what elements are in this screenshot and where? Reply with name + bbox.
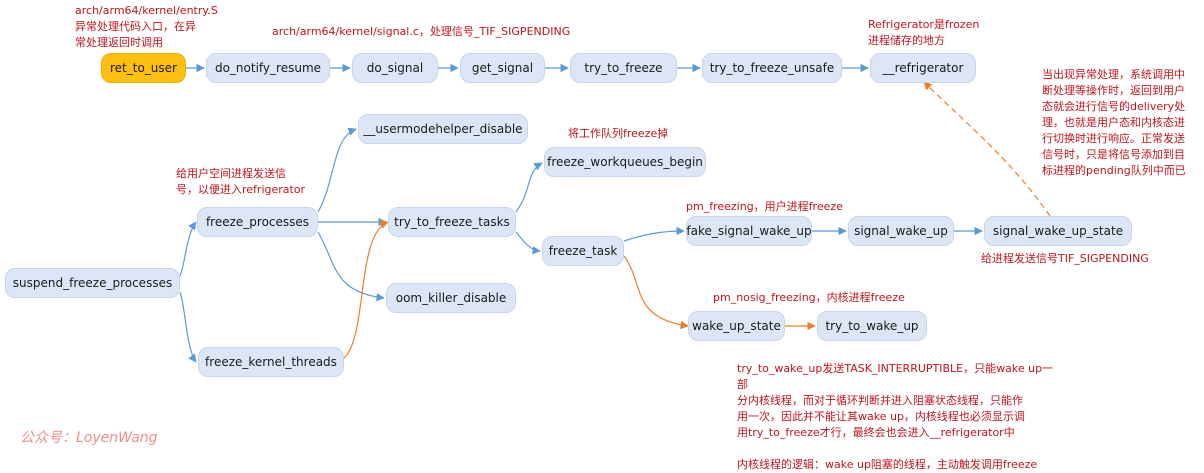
note-kernel-thread: try_to_wake_up发送TASK_INTERRUPTIBLE，只能wak… <box>737 362 1054 471</box>
edge-statewakeup-to-refrigerator <box>923 81 1051 217</box>
edge-freezeprocesses-to-usermodehelper <box>317 127 357 213</box>
edge-freezeprocesses-to-oomkiller <box>317 231 385 302</box>
node-get-signal[interactable]: get_signal <box>460 53 545 83</box>
note-refrigerator: Refrigerator是frozen 进程储存的地方 <box>868 18 980 47</box>
note-tif-sigpending: 给进程发送信号TIF_SIGPENDING <box>981 252 1149 265</box>
node-fake-signal-wake-up[interactable]: fake_signal_wake_up <box>686 216 812 246</box>
note-delivery: 当出现异常处理，系统调用中 断处理等操作时，返回到用户 态就会进行信号的deli… <box>1042 68 1186 177</box>
node-freeze-task[interactable]: freeze_task <box>542 236 624 266</box>
node-do-signal[interactable]: do_signal <box>352 53 438 83</box>
node-refrigerator[interactable]: __refrigerator <box>870 53 976 83</box>
edge-tasks-to-workqueues <box>515 162 543 213</box>
edge-tasks-to-freezetask <box>515 231 541 255</box>
node-try-to-freeze-tasks[interactable]: try_to_freeze_tasks <box>388 207 516 237</box>
node-ret-to-user[interactable]: ret_to_user <box>101 53 186 83</box>
edge-freezetask-to-wakeupstate <box>623 255 689 330</box>
node-freeze-workqueues-begin[interactable]: freeze_workqueues_begin <box>544 147 706 177</box>
node-signal-wake-up[interactable]: signal_wake_up <box>848 216 954 246</box>
node-try-to-wake-up[interactable]: try_to_wake_up <box>817 311 927 341</box>
note-user-signal: 给用户空间进程发送信 号，以便进入refrigerator <box>176 167 306 196</box>
edge-suspend-to-kernelthreads <box>179 291 197 363</box>
node-freeze-processes[interactable]: freeze_processes <box>197 207 318 237</box>
edge-freezetask-to-fakesignal <box>623 226 685 242</box>
node-freeze-kernel-threads[interactable]: freeze_kernel_threads <box>198 347 344 377</box>
note-pm-freezing: pm_freezing，用户进程freeze <box>686 200 843 213</box>
edge-suspend-to-freezeprocesses <box>179 221 197 277</box>
node-suspend-freeze-processes[interactable]: suspend_freeze_processes <box>5 268 180 298</box>
node-try-to-freeze[interactable]: try_to_freeze <box>570 53 677 83</box>
watermark: 公众号：LoyenWang <box>20 430 158 446</box>
note-pm-nosig: pm_nosig_freezing，内核进程freeze <box>713 291 905 304</box>
node-wake-up-state[interactable]: wake_up_state <box>688 311 785 341</box>
node-signal-wake-up-state[interactable]: signal_wake_up_state <box>984 216 1132 246</box>
note-workqueue: 将工作队列freeze掉 <box>568 127 669 140</box>
note-entry-s: arch/arm64/kernel/entry.S 异常处理代码入口，在异 常处… <box>75 4 218 49</box>
edge-kernelthreads-to-trytofreezetasks <box>343 220 389 359</box>
node-do-notify-resume[interactable]: do_notify_resume <box>206 53 330 83</box>
note-signal-c: arch/arm64/kernel/signal.c，处理信号_TIF_SIGP… <box>272 25 571 38</box>
node-oom-killer-disable[interactable]: oom_killer_disable <box>386 283 516 313</box>
node-try-to-freeze-unsafe[interactable]: try_to_freeze_unsafe <box>702 53 842 83</box>
node-usermodehelper-disable[interactable]: __usermodehelper_disable <box>358 114 528 144</box>
